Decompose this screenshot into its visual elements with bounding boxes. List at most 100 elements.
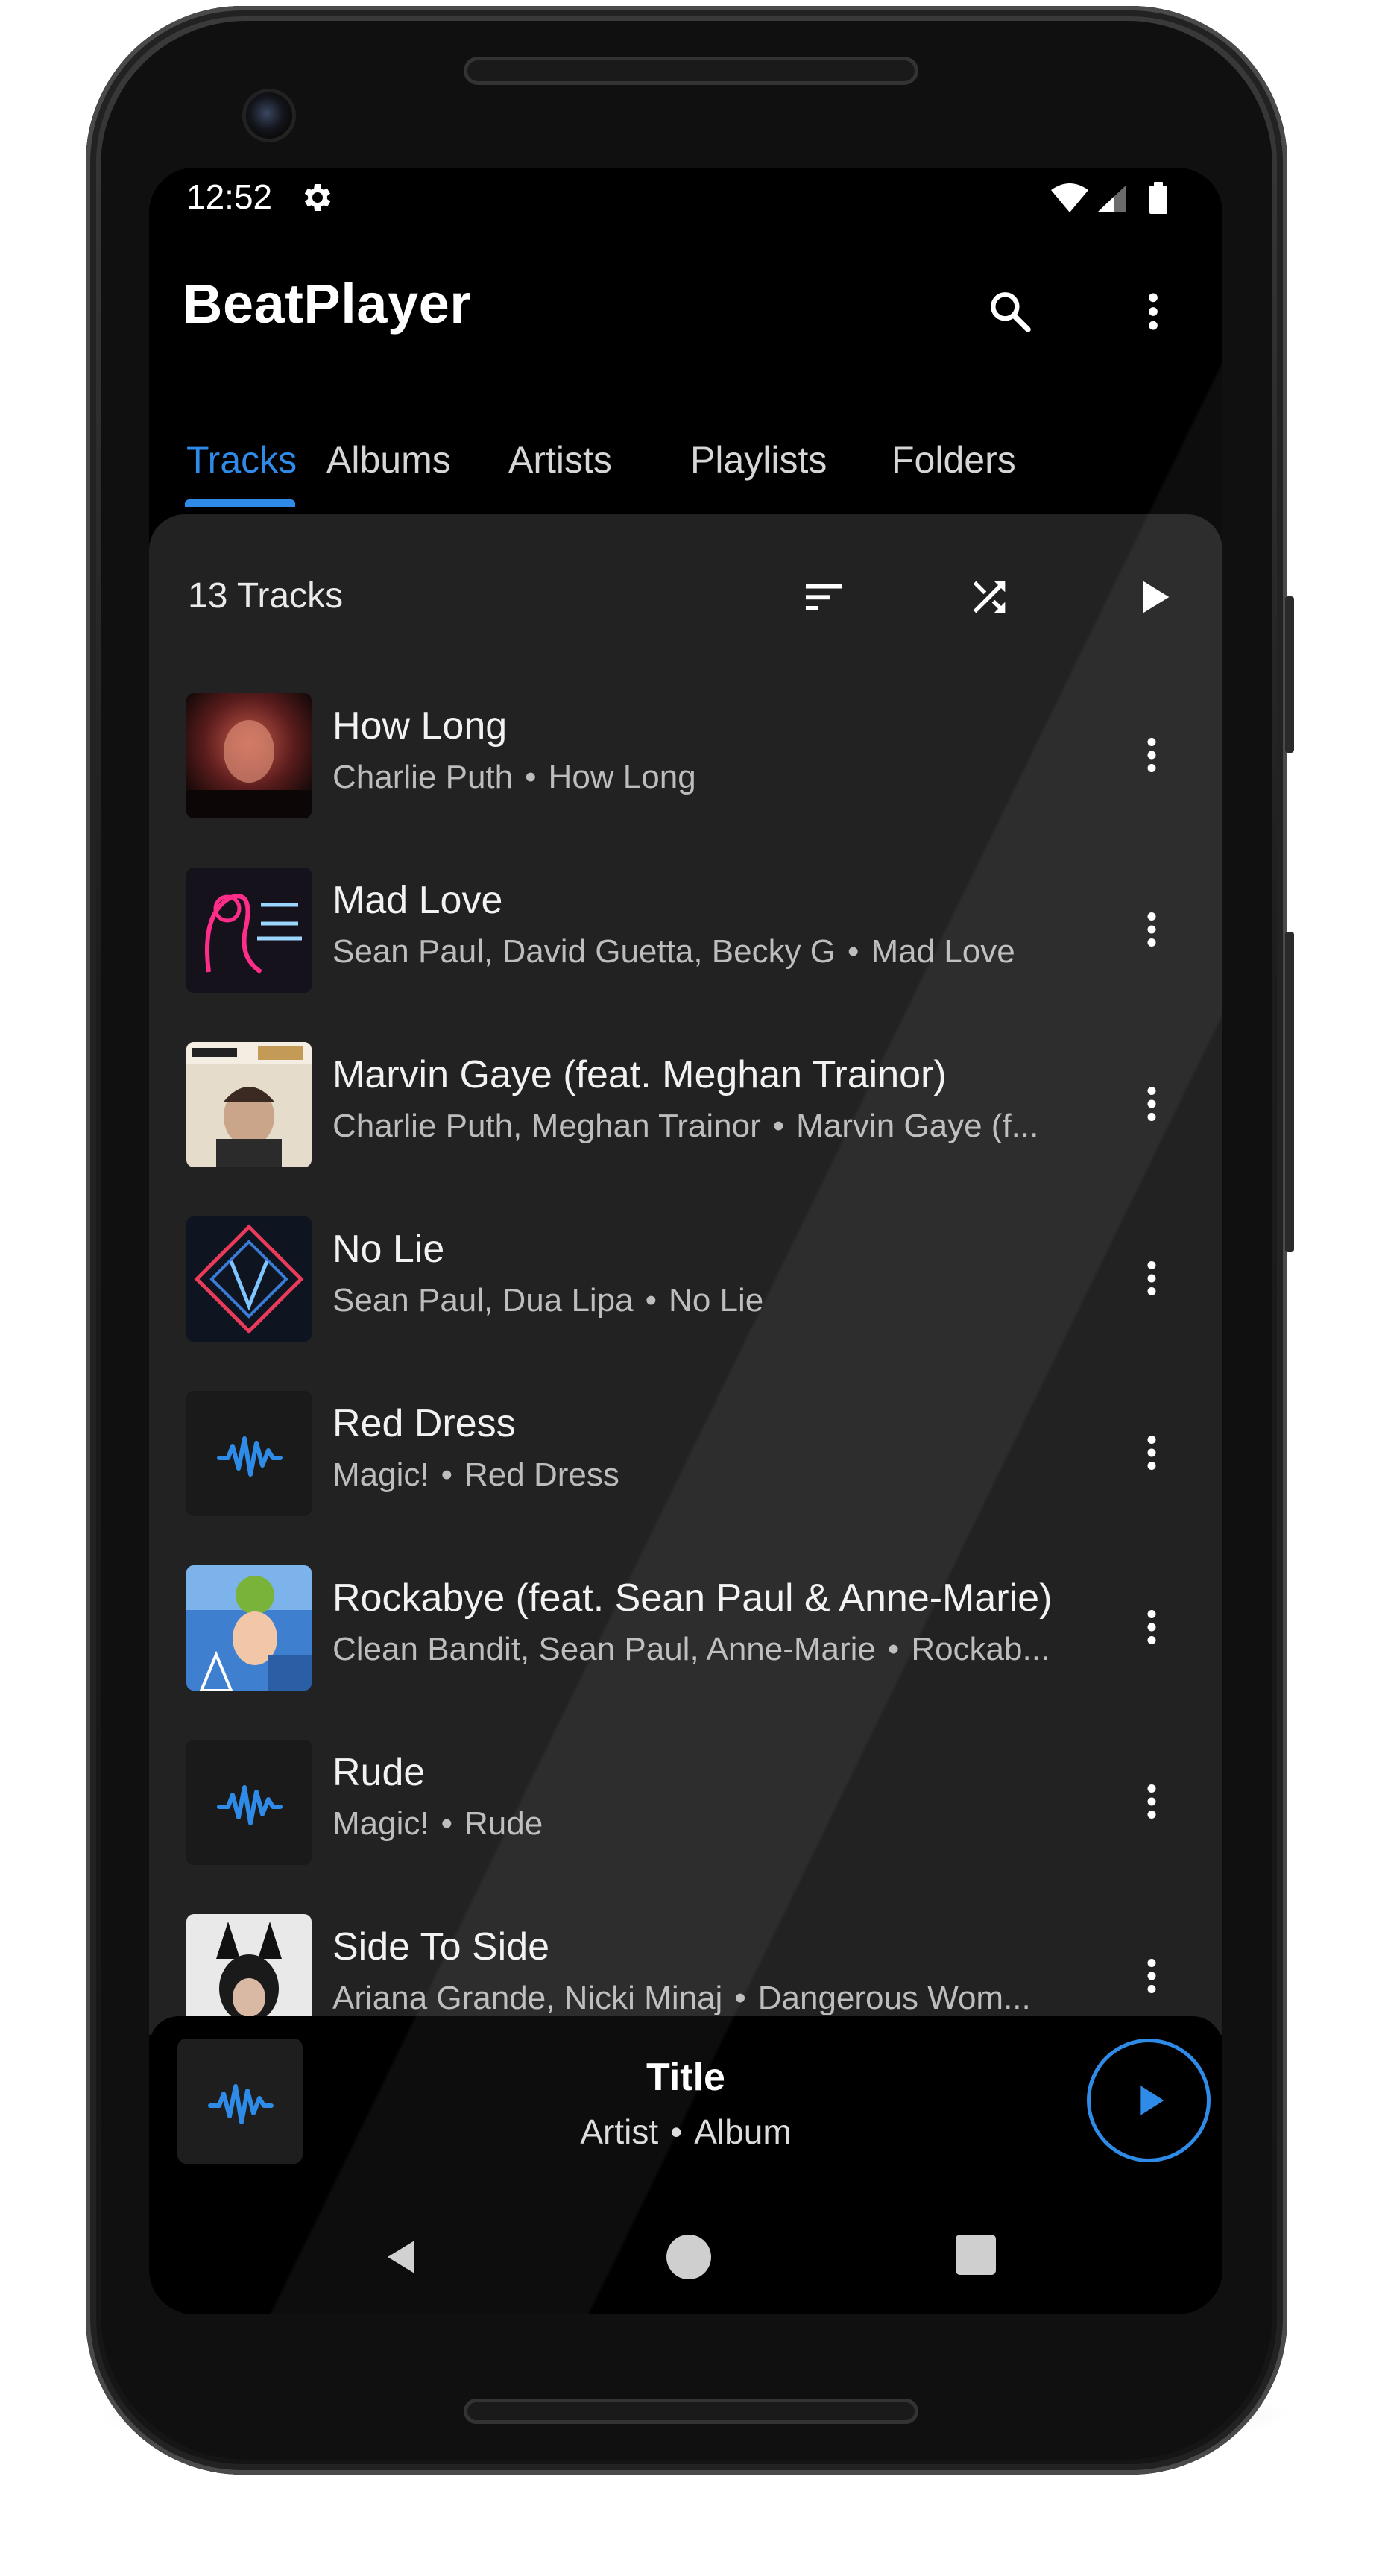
mini-player-album: Album (694, 2112, 792, 2151)
track-row[interactable]: Red Dress Magic! • Red Dress (149, 1391, 1222, 1565)
track-artist: Magic! (332, 1456, 429, 1493)
track-row[interactable]: No Lie Sean Paul, Dua Lipa • No Lie (149, 1216, 1222, 1391)
track-title: Rockabye (feat. Sean Paul & Anne-Marie) (332, 1576, 1053, 1620)
settings-gear-icon (304, 184, 331, 211)
track-row[interactable]: Mad Love Sean Paul, David Guetta, Becky G… (149, 868, 1222, 1042)
track-title: Red Dress (332, 1402, 516, 1445)
sort-icon (806, 584, 842, 610)
separator-dot: • (441, 1456, 452, 1493)
overflow-menu-button[interactable] (1120, 278, 1187, 345)
track-subtitle: Magic! • Rude (332, 1805, 543, 1843)
sort-button[interactable] (790, 564, 857, 631)
status-time: 12:52 (186, 177, 273, 216)
tab-playlists[interactable]: Playlists (690, 438, 827, 482)
album-art (186, 868, 312, 993)
track-title: How Long (332, 704, 508, 748)
mini-player-artist: Artist (580, 2112, 659, 2151)
track-row[interactable]: How Long Charlie Puth • How Long (149, 693, 1222, 868)
track-subtitle: Sean Paul, Dua Lipa • No Lie (332, 1282, 763, 1319)
mini-player-play-button[interactable] (1087, 2039, 1211, 2162)
nav-recents-icon[interactable] (956, 2235, 996, 2275)
app-title: BeatPlayer (183, 273, 472, 335)
album-art (186, 1565, 312, 1690)
track-artist: Clean Bandit, Sean Paul, Anne-Marie (332, 1631, 876, 1667)
track-album: Rude (464, 1805, 543, 1842)
album-art (186, 693, 312, 818)
track-album: Mad Love (871, 933, 1015, 970)
album-art (186, 1042, 312, 1167)
separator-dot: • (887, 1631, 900, 1667)
track-album: Marvin Gaye (f... (796, 1108, 1039, 1144)
list-header: 13 Tracks (149, 514, 1222, 663)
battery-icon (1149, 182, 1167, 214)
track-album: Red Dress (464, 1456, 619, 1493)
track-subtitle: Clean Bandit, Sean Paul, Anne-Marie • Rock… (332, 1631, 1050, 1668)
track-title: Rude (332, 1751, 426, 1794)
track-more-button[interactable] (1118, 1245, 1185, 1312)
track-artist: Sean Paul, Dua Lipa (332, 1282, 634, 1319)
track-artist: Ariana Grande, Nicki Minaj (332, 1980, 723, 2016)
track-more-button[interactable] (1118, 1594, 1185, 1661)
album-art (186, 1740, 312, 1865)
track-row[interactable]: Rude Magic! • Rude (149, 1740, 1222, 1914)
track-more-button[interactable] (1118, 722, 1185, 789)
play-icon (1140, 2085, 1164, 2116)
separator-dot: • (734, 1980, 746, 2016)
search-icon (991, 292, 1031, 332)
more-vert-icon (1149, 293, 1158, 330)
track-more-button[interactable] (1118, 1419, 1185, 1486)
more-vert-icon (1147, 1261, 1156, 1295)
separator-dot: • (848, 933, 859, 970)
tab-folders[interactable]: Folders (892, 438, 1016, 482)
more-vert-icon (1147, 1610, 1156, 1644)
more-vert-icon (1147, 1959, 1156, 1993)
track-subtitle: Charlie Puth • How Long (332, 759, 696, 796)
track-more-button[interactable] (1118, 1768, 1185, 1835)
front-camera (246, 92, 292, 139)
app-bar: BeatPlayer (149, 250, 1222, 384)
track-title: No Lie (332, 1228, 445, 1271)
track-more-button[interactable] (1118, 1942, 1185, 2010)
separator-dot: • (525, 759, 537, 795)
track-row[interactable]: Rockabye (feat. Sean Paul & Anne-Marie) C… (149, 1565, 1222, 1740)
track-artist: Sean Paul, David Guetta, Becky G (332, 933, 836, 970)
system-nav-bar (149, 2206, 1222, 2314)
cell-signal-icon (1097, 186, 1126, 212)
shuffle-button[interactable] (956, 564, 1023, 631)
track-more-button[interactable] (1118, 896, 1185, 963)
tracks-panel: 13 Tracks How Long Charlie Puth • How Long (149, 514, 1222, 2035)
track-title: Side To Side (332, 1925, 550, 1969)
wifi-icon (1051, 183, 1088, 212)
mini-player[interactable]: Title Artist • Album (149, 2016, 1222, 2203)
tab-artists[interactable]: Artists (508, 438, 612, 482)
status-bar: 12:52 (149, 168, 1222, 227)
shuffle-icon (973, 581, 1006, 613)
more-vert-icon (1147, 912, 1156, 947)
bottom-speaker (464, 2399, 918, 2424)
track-album: Dangerous Wom... (757, 1980, 1031, 2016)
album-art (186, 1391, 312, 1516)
volume-button (1285, 932, 1294, 1252)
track-subtitle: Sean Paul, David Guetta, Becky G • Mad Lov… (332, 933, 1015, 970)
album-art (186, 1216, 312, 1342)
mini-player-title: Title (646, 2056, 725, 2099)
separator-dot: • (772, 1108, 785, 1144)
nav-home-icon[interactable] (666, 2235, 711, 2279)
track-more-button[interactable] (1118, 1070, 1185, 1137)
track-artist: Charlie Puth (332, 759, 514, 795)
track-row[interactable]: Marvin Gaye (feat. Meghan Trainor) Charli… (149, 1042, 1222, 1216)
track-subtitle: Ariana Grande, Nicki Minaj • Dangerous Wom… (332, 1980, 1031, 2017)
separator-dot: • (645, 1282, 657, 1319)
nav-back-icon[interactable] (373, 2227, 432, 2287)
more-vert-icon (1147, 1436, 1156, 1470)
separator-dot: • (670, 2112, 683, 2151)
search-button[interactable] (977, 278, 1044, 345)
tab-albums[interactable]: Albums (326, 438, 451, 482)
track-album: No Lie (669, 1282, 764, 1319)
tab-tracks[interactable]: Tracks (186, 438, 297, 482)
mini-player-subtitle: Artist • Album (149, 2112, 1222, 2152)
track-subtitle: Charlie Puth, Meghan Trainor • Marvin Gaye… (332, 1108, 1038, 1145)
play-all-button[interactable] (1120, 564, 1187, 631)
track-title: Marvin Gaye (feat. Meghan Trainor) (332, 1053, 947, 1096)
more-vert-icon (1147, 1784, 1156, 1819)
